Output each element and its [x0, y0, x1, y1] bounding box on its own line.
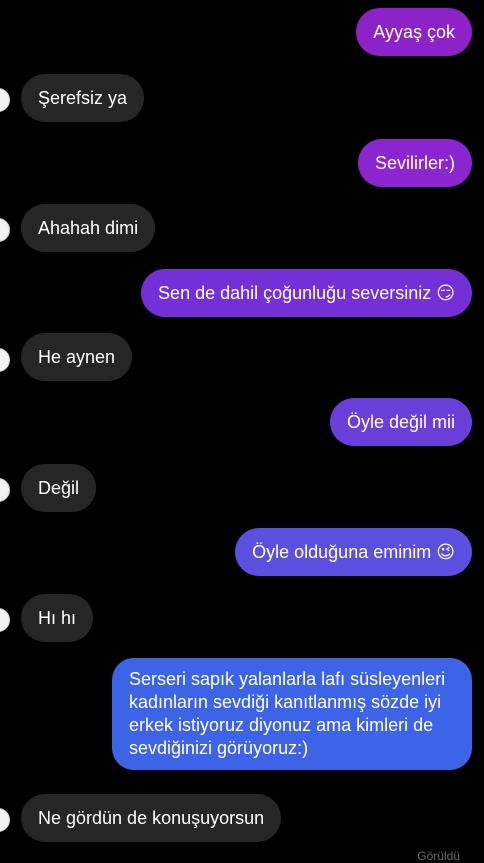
message-bubble-sent[interactable]: Ayyaş çok [356, 8, 472, 56]
message-bubble-sent[interactable]: Serseri sapık yalanlarla lafı süsleyenle… [112, 658, 472, 770]
message-bubble-received[interactable]: He aynen [21, 333, 133, 381]
message-bubble-sent[interactable]: Öyle olduğuna eminim 😉 [235, 528, 472, 576]
message-bubble-sent[interactable]: Sen de dahil çoğunluğu seversiniz 😏 [141, 269, 472, 317]
message-bubble-received[interactable]: Değil [21, 464, 97, 512]
message-bubble-received[interactable]: Ne gördün de konuşuyorsun [21, 794, 282, 842]
contact-avatar[interactable] [0, 478, 10, 502]
seen-status: Görüldü [417, 849, 460, 863]
contact-avatar[interactable] [0, 218, 10, 242]
message-bubble-received[interactable]: Hı hı [21, 594, 94, 642]
contact-avatar[interactable] [0, 88, 10, 112]
contact-avatar[interactable] [0, 348, 10, 372]
message-bubble-sent[interactable]: Sevilirler:) [357, 139, 472, 187]
contact-avatar[interactable] [0, 608, 10, 632]
message-bubble-received[interactable]: Ahahah dimi [21, 204, 156, 252]
contact-avatar[interactable] [0, 808, 10, 832]
message-bubble-received[interactable]: Şerefsiz ya [21, 74, 145, 122]
message-bubble-sent[interactable]: Öyle değil mii [329, 398, 472, 446]
